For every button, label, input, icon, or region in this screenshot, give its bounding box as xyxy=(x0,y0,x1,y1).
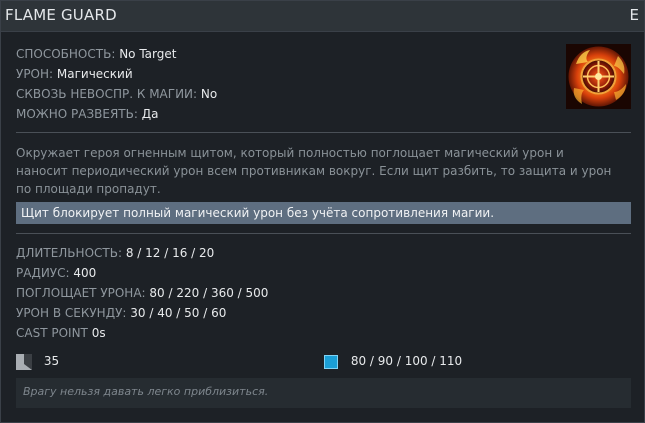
stat-absorb: ПОГЛОЩАЕТ УРОНА: 80 / 220 / 360 / 500 xyxy=(16,286,268,300)
property-dispellable: МОЖНО РАЗВЕЯТЬ: Да xyxy=(16,107,158,121)
stat-cast-point: CAST POINT 0s xyxy=(16,326,106,340)
flame-guard-icon xyxy=(566,44,631,109)
property-damage-type: УРОН: Магический xyxy=(16,67,133,81)
stat-value: 8 / 12 / 16 / 20 xyxy=(125,246,215,260)
stat-label: УРОН В СЕКУНДУ: xyxy=(16,306,127,320)
property-label: СКВОЗЬ НЕВОСПР. К МАГИИ: xyxy=(16,87,198,101)
ability-title: FLAME GUARD xyxy=(5,6,117,24)
property-pierces-immunity: СКВОЗЬ НЕВОСПР. К МАГИИ: No xyxy=(16,87,217,101)
divider xyxy=(16,233,631,234)
stat-value: 0s xyxy=(91,326,106,340)
cooldown-value: 35 xyxy=(43,354,60,368)
ability-hotkey: E xyxy=(629,6,639,24)
stat-value: 80 / 220 / 360 / 500 xyxy=(149,286,269,300)
mana-cost-value: 80 / 90 / 100 / 110 xyxy=(350,354,463,368)
property-value: No xyxy=(200,87,218,101)
property-value: Магический xyxy=(56,67,133,81)
stat-label: ДЛИТЕЛЬНОСТЬ: xyxy=(16,246,122,260)
stat-label: CAST POINT xyxy=(16,326,88,340)
divider xyxy=(16,132,631,133)
property-ability-type: СПОСОБНОСТЬ: No Target xyxy=(16,47,176,61)
stat-damage-per-second: УРОН В СЕКУНДУ: 30 / 40 / 50 / 60 xyxy=(16,306,226,320)
stat-label: ПОГЛОЩАЕТ УРОНА: xyxy=(16,286,146,300)
mana-cost: 80 / 90 / 100 / 110 xyxy=(324,353,462,369)
ability-description: Окружает героя огненным щитом, который п… xyxy=(16,146,612,196)
property-value: No Target xyxy=(119,47,177,61)
mana-icon xyxy=(324,354,338,369)
cooldown: 35 xyxy=(16,353,59,370)
property-label: УРОН: xyxy=(16,67,54,81)
stat-label: РАДИУС: xyxy=(16,266,70,280)
tooltip-header: FLAME GUARD E xyxy=(1,1,644,32)
property-label: МОЖНО РАЗВЕЯТЬ: xyxy=(16,107,138,121)
ability-tooltip: FLAME GUARD E СПОСОБНОСТЬ: No Target УРО… xyxy=(0,0,645,423)
stat-value: 30 / 40 / 50 / 60 xyxy=(130,306,227,320)
property-label: СПОСОБНОСТЬ: xyxy=(16,47,116,61)
ability-note: Щит блокирует полный магический урон без… xyxy=(16,202,631,224)
cooldown-icon xyxy=(16,353,32,370)
stat-value: 400 xyxy=(73,266,97,280)
property-value: Да xyxy=(141,107,159,121)
stat-duration: ДЛИТЕЛЬНОСТЬ: 8 / 12 / 16 / 20 xyxy=(16,246,214,260)
stat-radius: РАДИУС: 400 xyxy=(16,266,96,280)
ability-lore: Врагу нельзя давать легко приблизиться. xyxy=(16,378,631,408)
